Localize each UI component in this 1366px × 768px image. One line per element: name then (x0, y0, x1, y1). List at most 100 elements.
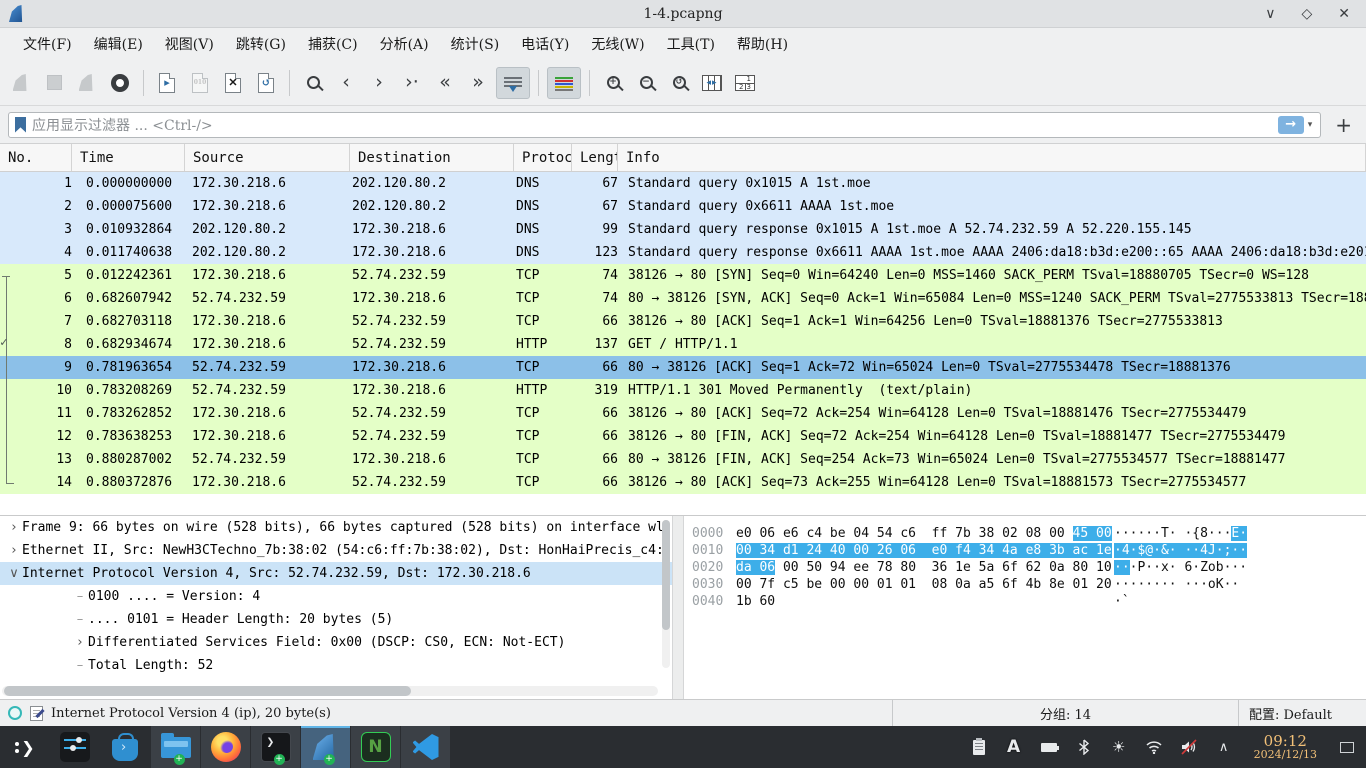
taskbar-firefox-button[interactable] (200, 726, 250, 768)
tray-wifi-icon[interactable] (1145, 738, 1163, 756)
column-header-time[interactable]: Time (72, 144, 185, 171)
detail-row[interactable]: –Total Length: 52 (0, 654, 672, 677)
tray-battery-icon[interactable] (1040, 738, 1058, 756)
minimize-button[interactable]: ∨ (1265, 7, 1275, 21)
taskbar-discover-store-button[interactable] (100, 726, 150, 768)
tray-brightness-icon[interactable]: ☀ (1110, 738, 1128, 756)
hex-row[interactable]: 003000 7f c5 be 00 00 01 01 08 0a a5 6f … (692, 576, 1366, 593)
menu-item-w[interactable]: 无线(W) (580, 30, 655, 58)
packet-row[interactable]: 100.78320826952.74.232.59172.30.218.6HTT… (0, 379, 1366, 402)
go-forward-button[interactable]: › (364, 67, 394, 99)
packet-row[interactable]: 120.783638253172.30.218.652.74.232.59TCP… (0, 425, 1366, 448)
bookmark-icon[interactable] (15, 117, 26, 133)
detail-row[interactable]: ∨Internet Protocol Version 4, Src: 52.74… (0, 562, 672, 585)
packet-row[interactable]: 130.88028700252.74.232.59172.30.218.6TCP… (0, 448, 1366, 471)
packet-row[interactable]: 60.68260794252.74.232.59172.30.218.6TCP7… (0, 287, 1366, 310)
tray-input-language-icon[interactable]: A (1005, 738, 1023, 756)
capture-options-button[interactable] (105, 67, 135, 99)
zoom-reset-button[interactable]: ↺ (664, 67, 694, 99)
tray-chevron-up-icon[interactable]: ∧ (1215, 738, 1233, 756)
add-filter-button[interactable]: + (1329, 113, 1358, 137)
taskbar-vscode-button[interactable] (400, 726, 450, 768)
capture-comment-icon[interactable] (30, 706, 43, 721)
packet-row[interactable]: 10.000000000172.30.218.6202.120.80.2DNS6… (0, 172, 1366, 195)
expander-collapsed-icon[interactable]: › (6, 520, 22, 535)
taskbar-file-manager-button[interactable]: + (150, 726, 200, 768)
column-header-length[interactable]: Length (572, 144, 618, 171)
menu-item-g[interactable]: 跳转(G) (225, 30, 297, 58)
taskbar-system-settings-button[interactable] (50, 726, 100, 768)
go-first-packet-button[interactable]: « (430, 67, 460, 99)
find-packet-button[interactable] (298, 67, 328, 99)
column-header-protocol[interactable]: Protocol (514, 144, 572, 171)
expander-collapsed-icon[interactable]: › (6, 543, 22, 558)
detail-row[interactable]: –0100 .... = Version: 4 (0, 585, 672, 608)
status-profile[interactable]: 配置: Default (1238, 700, 1366, 726)
packet-row[interactable]: 30.010932864202.120.80.2172.30.218.6DNS9… (0, 218, 1366, 241)
stop-capture-button[interactable] (39, 67, 69, 99)
colorize-packets-button[interactable] (547, 67, 581, 99)
zoom-out-button[interactable]: − (631, 67, 661, 99)
show-desktop-button[interactable] (1338, 738, 1356, 756)
taskbar-wireshark-button[interactable]: + (300, 726, 350, 768)
display-filter-input[interactable]: 应用显示过滤器 ... <Ctrl-/> → ▾ (8, 112, 1321, 138)
packet-row[interactable]: 70.682703118172.30.218.652.74.232.59TCP6… (0, 310, 1366, 333)
column-header-info[interactable]: Info (618, 144, 1366, 171)
expander-expanded-icon[interactable]: ∨ (6, 566, 22, 581)
reload-file-button[interactable]: ↺ (251, 67, 281, 99)
column-header-no[interactable]: No. (0, 144, 72, 171)
save-file-button[interactable]: 010 (185, 67, 215, 99)
detail-horizontal-scrollbar[interactable] (2, 686, 658, 696)
menu-item-e[interactable]: 编辑(E) (83, 30, 154, 58)
menu-item-y[interactable]: 电话(Y) (510, 30, 580, 58)
detail-row[interactable]: –.... 0101 = Header Length: 20 bytes (5) (0, 608, 672, 631)
start-capture-button[interactable] (6, 67, 36, 99)
filter-dropdown-caret-icon[interactable]: ▾ (1308, 120, 1313, 130)
detail-row[interactable]: ›Frame 9: 66 bytes on wire (528 bits), 6… (0, 516, 672, 539)
packet-row[interactable]: 140.880372876172.30.218.652.74.232.59TCP… (0, 471, 1366, 494)
tray-bluetooth-icon[interactable] (1075, 738, 1093, 756)
hex-row[interactable]: 00401b 60·` (692, 593, 1366, 610)
taskbar-neovim-button[interactable]: N (350, 726, 400, 768)
tray-volume-muted-icon[interactable] (1180, 738, 1198, 756)
menu-item-c[interactable]: 捕获(C) (297, 30, 369, 58)
layout-panes-button[interactable]: 123 (730, 67, 760, 99)
column-header-destination[interactable]: Destination (350, 144, 514, 171)
packet-row[interactable]: 80.682934674172.30.218.652.74.232.59HTTP… (0, 333, 1366, 356)
close-file-button[interactable]: ✕ (218, 67, 248, 99)
detail-vertical-scrollbar[interactable] (662, 520, 670, 668)
detail-row[interactable]: ›Ethernet II, Src: NewH3CTechno_7b:38:02… (0, 539, 672, 562)
taskbar-app-launcher-button[interactable]: ❯ (0, 726, 50, 768)
expander-collapsed-icon[interactable]: › (72, 635, 88, 650)
close-button[interactable]: ✕ (1338, 7, 1350, 21)
menu-item-a[interactable]: 分析(A) (369, 30, 440, 58)
zoom-in-button[interactable]: + (598, 67, 628, 99)
packet-row[interactable]: 50.012242361172.30.218.652.74.232.59TCP7… (0, 264, 1366, 287)
menu-item-s[interactable]: 统计(S) (440, 30, 511, 58)
column-header-source[interactable]: Source (185, 144, 350, 171)
detail-row[interactable]: ›Differentiated Services Field: 0x00 (DS… (0, 631, 672, 654)
apply-filter-button[interactable]: → (1278, 116, 1304, 134)
packet-row[interactable]: 110.783262852172.30.218.652.74.232.59TCP… (0, 402, 1366, 425)
menu-item-t[interactable]: 工具(T) (656, 30, 726, 58)
hex-row[interactable]: 001000 34 d1 24 40 00 26 06 e0 f4 34 4a … (692, 542, 1366, 559)
go-to-packet-button[interactable]: ›· (397, 67, 427, 99)
expert-info-icon[interactable] (8, 706, 22, 720)
hex-row[interactable]: 0020da 06 00 50 94 ee 78 80 36 1e 5a 6f … (692, 559, 1366, 576)
hex-row[interactable]: 0000e0 06 e6 c4 be 04 54 c6 ff 7b 38 02 … (692, 525, 1366, 542)
maximize-button[interactable]: ◇ (1301, 7, 1312, 21)
tray-clipboard-icon[interactable] (970, 738, 988, 756)
menu-item-h[interactable]: 帮助(H) (726, 30, 799, 58)
packet-row[interactable]: 40.011740638202.120.80.2172.30.218.6DNS1… (0, 241, 1366, 264)
packet-row[interactable]: 20.000075600172.30.218.6202.120.80.2DNS6… (0, 195, 1366, 218)
menu-item-f[interactable]: 文件(F) (12, 30, 83, 58)
auto-scroll-button[interactable] (496, 67, 530, 99)
taskbar-konsole-terminal-button[interactable]: ❯+ (250, 726, 300, 768)
go-back-button[interactable]: ‹ (331, 67, 361, 99)
resize-columns-button[interactable]: ◂▸ (697, 67, 727, 99)
clock[interactable]: 09:12 2024/12/13 (1250, 733, 1321, 762)
pane-splitter[interactable] (672, 516, 684, 699)
restart-capture-button[interactable] (72, 67, 102, 99)
packet-row[interactable]: 90.78196365452.74.232.59172.30.218.6TCP6… (0, 356, 1366, 379)
open-file-button[interactable]: ▸ (152, 67, 182, 99)
